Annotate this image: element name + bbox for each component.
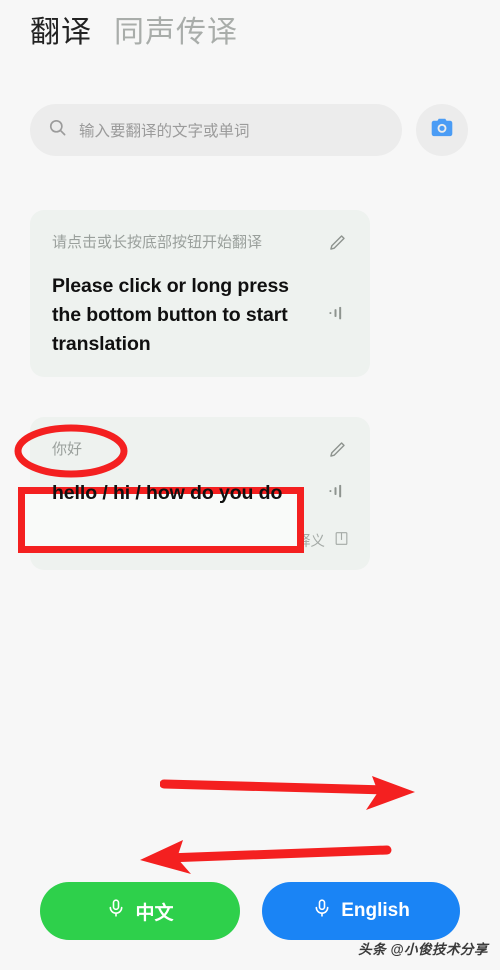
search-icon: [48, 118, 67, 142]
speaker-volume-icon: [327, 481, 347, 506]
speaker-volume-icon: [327, 303, 347, 328]
edit-button[interactable]: [324, 232, 350, 258]
annotation-arrow-right: [160, 776, 415, 810]
english-voice-button[interactable]: English: [262, 882, 460, 940]
header-tabs: 翻译 同声传译: [30, 14, 238, 52]
edit-button[interactable]: [324, 439, 350, 465]
chinese-voice-label: 中文: [135, 902, 174, 924]
annotation-arrow-left: [140, 840, 392, 874]
book-dictionary-icon: [333, 530, 350, 552]
english-voice-label: English: [341, 900, 410, 921]
speak-button[interactable]: [324, 480, 350, 506]
microphone-icon: [312, 896, 332, 926]
chinese-voice-button[interactable]: 中文: [40, 882, 240, 940]
translation-card: 你好 hello / hi / how do you do 词典释义: [30, 417, 370, 570]
translated-text: hello / hi / how do you do: [52, 482, 283, 504]
card-source-row: 你好: [52, 439, 350, 465]
dictionary-definition-button[interactable]: 词典释义: [52, 530, 350, 552]
translated-text: Please click or long press the bottom bu…: [52, 275, 289, 355]
search-placeholder: 输入要翻译的文字或单词: [79, 123, 250, 140]
speak-button[interactable]: [324, 302, 350, 328]
pencil-edit-icon: [327, 440, 347, 465]
card-translation-row: Please click or long press the bottom bu…: [52, 272, 350, 359]
dictionary-label: 词典释义: [267, 534, 325, 551]
camera-icon: [429, 115, 455, 146]
translation-card: 请点击或长按底部按钮开始翻译 Please click or long pres…: [30, 210, 370, 377]
pencil-edit-icon: [327, 233, 347, 258]
search-row: 输入要翻译的文字或单词: [30, 104, 470, 156]
tab-simultaneous-interpretation[interactable]: 同声传译: [114, 14, 238, 52]
card-source-row: 请点击或长按底部按钮开始翻译: [52, 232, 350, 258]
camera-translate-button[interactable]: [416, 104, 468, 156]
watermark: 头条 @小俊技术分享: [358, 942, 488, 957]
search-input[interactable]: 输入要翻译的文字或单词: [30, 104, 402, 156]
translate-app-screen: 翻译 同声传译 输入要翻译的文字或单词 请点击或长按底部按钮开始翻译 Pleas…: [0, 0, 500, 970]
source-text: 你好: [52, 441, 83, 458]
tab-translate[interactable]: 翻译: [30, 14, 92, 52]
source-text: 请点击或长按底部按钮开始翻译: [52, 234, 263, 251]
microphone-icon: [106, 896, 126, 926]
card-translation-row: hello / hi / how do you do: [52, 479, 350, 508]
